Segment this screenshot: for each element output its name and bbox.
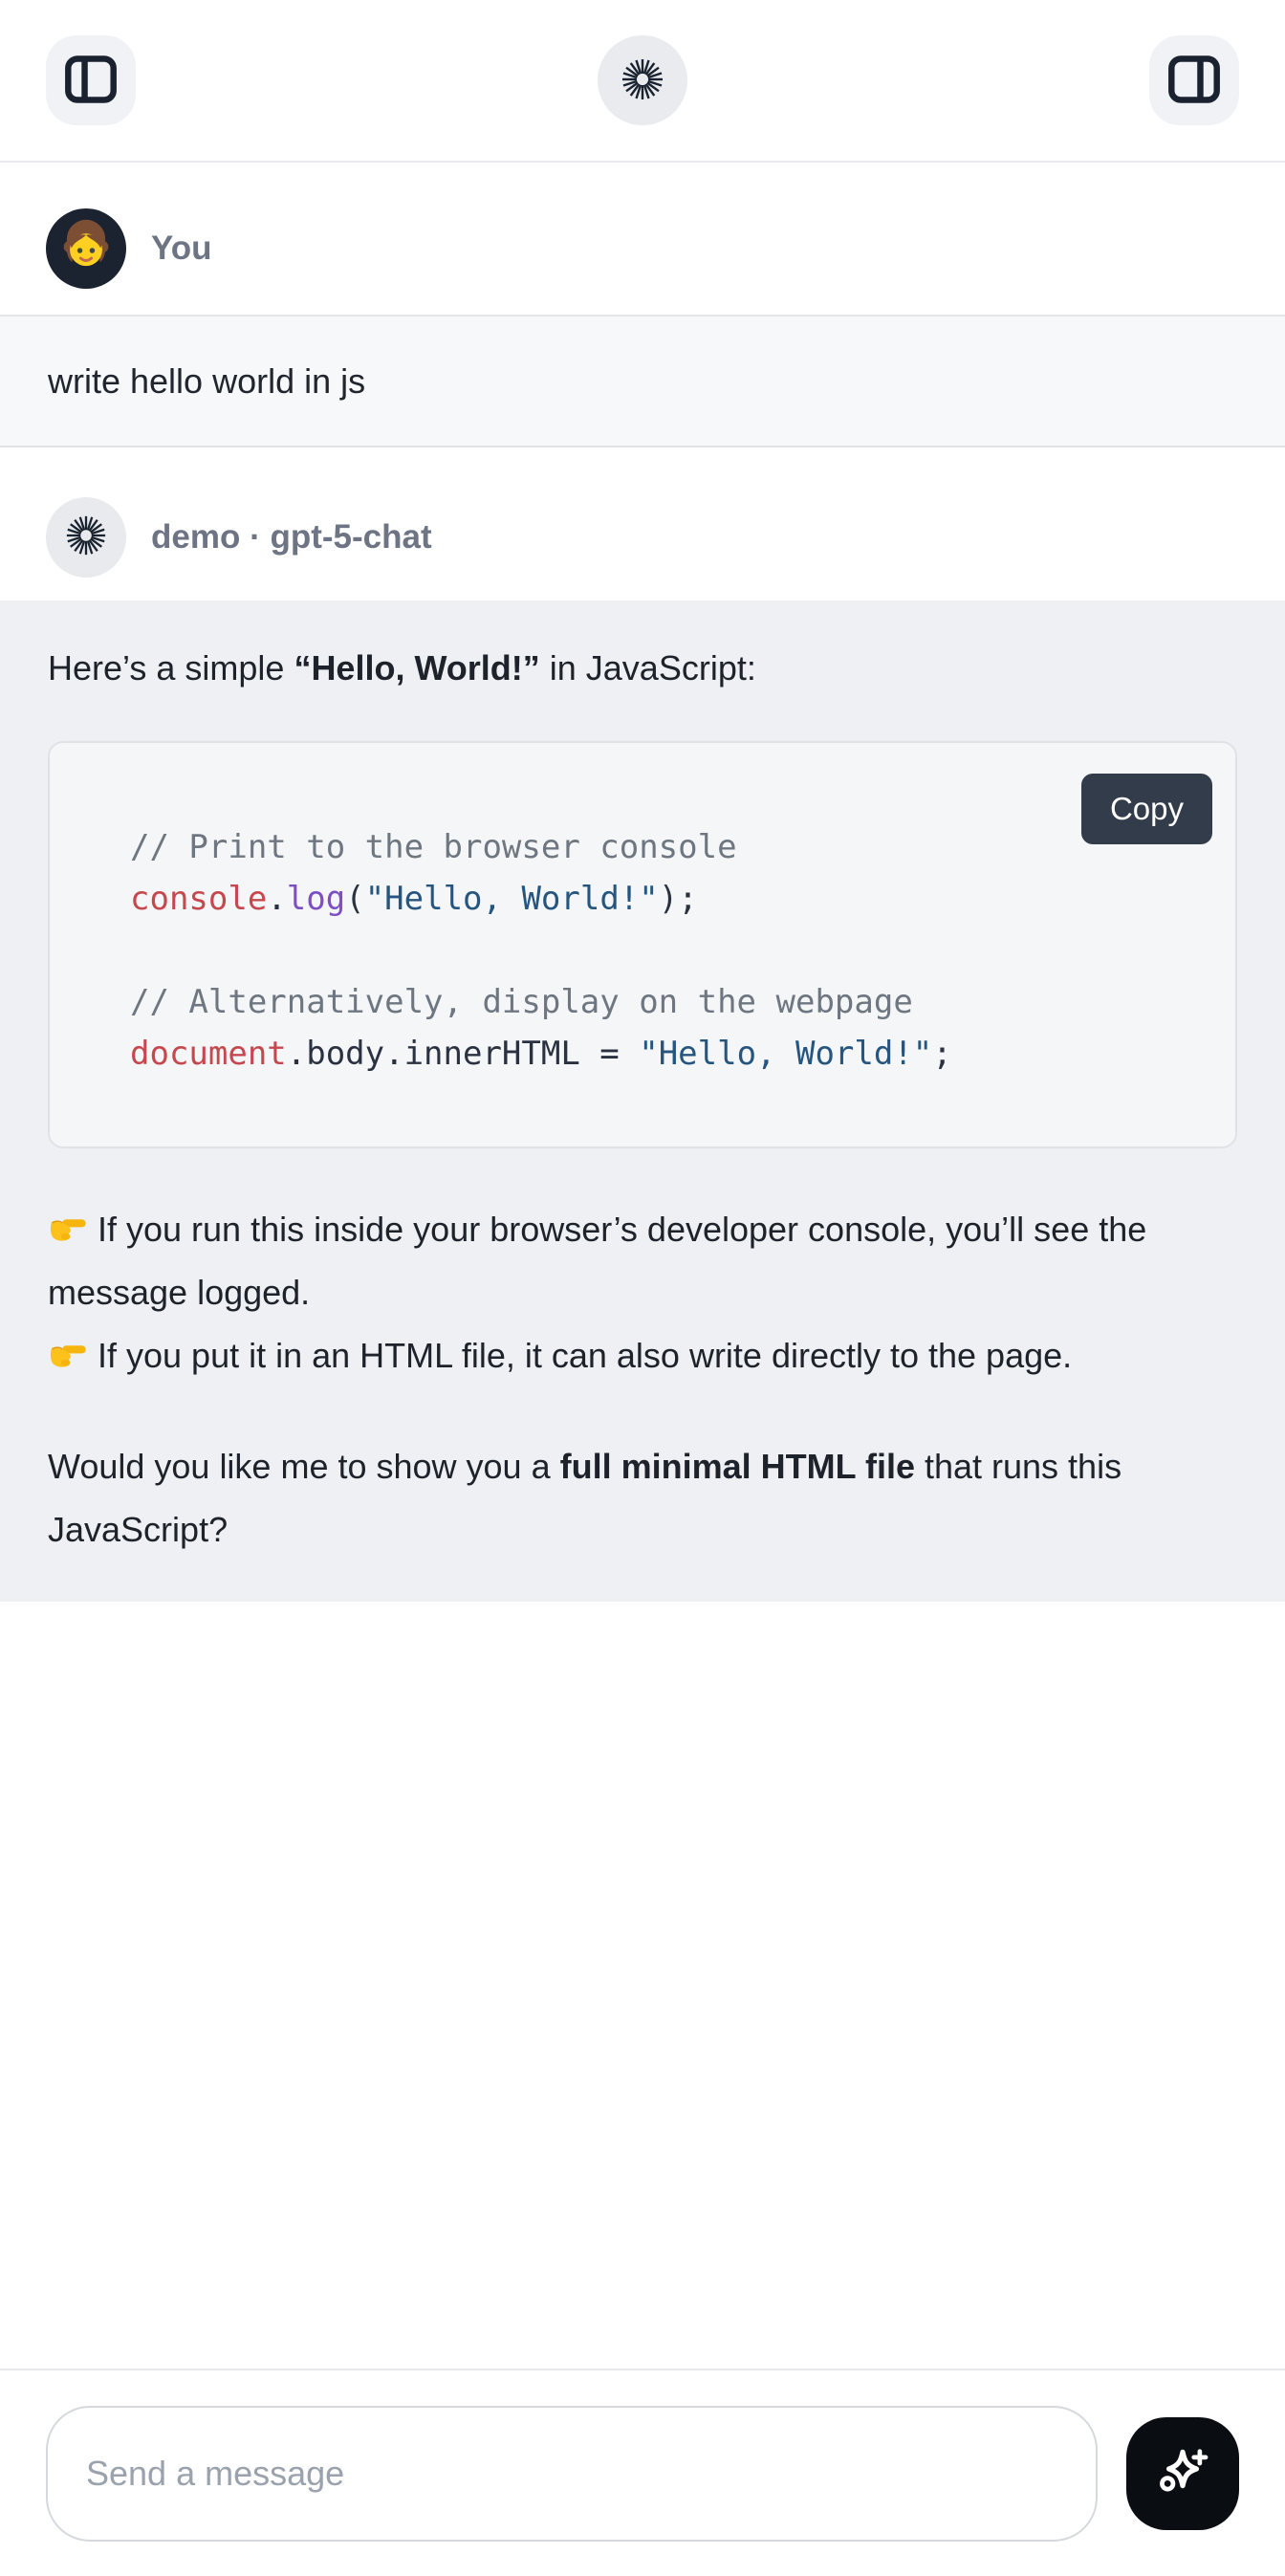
pointing-right-emoji bbox=[48, 1331, 88, 1371]
sparkle-icon bbox=[1151, 2440, 1214, 2506]
bullet-item: If you run this inside your browser’s de… bbox=[48, 1198, 1237, 1324]
intro-paragraph: Here’s a simple “Hello, World!” in JavaS… bbox=[48, 637, 1237, 700]
person-emoji-icon bbox=[58, 219, 114, 279]
send-button[interactable] bbox=[1126, 2417, 1239, 2530]
assistant-message-header: demo · gpt-5-chat bbox=[0, 448, 1285, 600]
bullet-item: If you put it in an HTML file, it can al… bbox=[48, 1324, 1237, 1387]
left-sidebar-toggle-button[interactable] bbox=[46, 35, 136, 125]
top-bar bbox=[0, 0, 1285, 163]
user-message-text: write hello world in js bbox=[48, 361, 365, 402]
chat-scroll-area[interactable] bbox=[0, 1602, 1285, 2369]
code-content: // Print to the browser consoleconsole.l… bbox=[50, 743, 1235, 1146]
user-sender-label: You bbox=[151, 229, 212, 268]
user-message-bubble: write hello world in js bbox=[0, 315, 1285, 448]
bullet-text: If you put it in an HTML file, it can al… bbox=[98, 1336, 1072, 1375]
code-block: // Print to the browser consoleconsole.l… bbox=[48, 741, 1237, 1148]
center-logo-button[interactable] bbox=[598, 35, 687, 125]
chat-app: You write hello world in js bbox=[0, 0, 1285, 2576]
assistant-message-body: Here’s a simple “Hello, World!” in JavaS… bbox=[0, 600, 1285, 1602]
sidebar-right-panel-icon bbox=[1167, 55, 1221, 107]
starburst-icon bbox=[620, 56, 665, 105]
right-panel-toggle-button[interactable] bbox=[1149, 35, 1239, 125]
user-message-header: You bbox=[0, 163, 1285, 315]
bullet-list: If you run this inside your browser’s de… bbox=[48, 1198, 1237, 1387]
assistant-avatar bbox=[46, 497, 126, 578]
bullet-text: If you run this inside your browser’s de… bbox=[48, 1210, 1146, 1312]
model-label: demo · gpt-5-chat bbox=[151, 518, 432, 557]
closing-paragraph: Would you like me to show you a full min… bbox=[48, 1435, 1237, 1561]
sidebar-left-panel-icon bbox=[64, 55, 118, 107]
copy-button[interactable]: Copy bbox=[1081, 774, 1212, 844]
pointing-right-emoji bbox=[48, 1205, 88, 1245]
user-avatar bbox=[46, 208, 126, 289]
composer-bar bbox=[0, 2369, 1285, 2576]
starburst-icon bbox=[64, 513, 108, 562]
message-input[interactable] bbox=[46, 2406, 1098, 2542]
